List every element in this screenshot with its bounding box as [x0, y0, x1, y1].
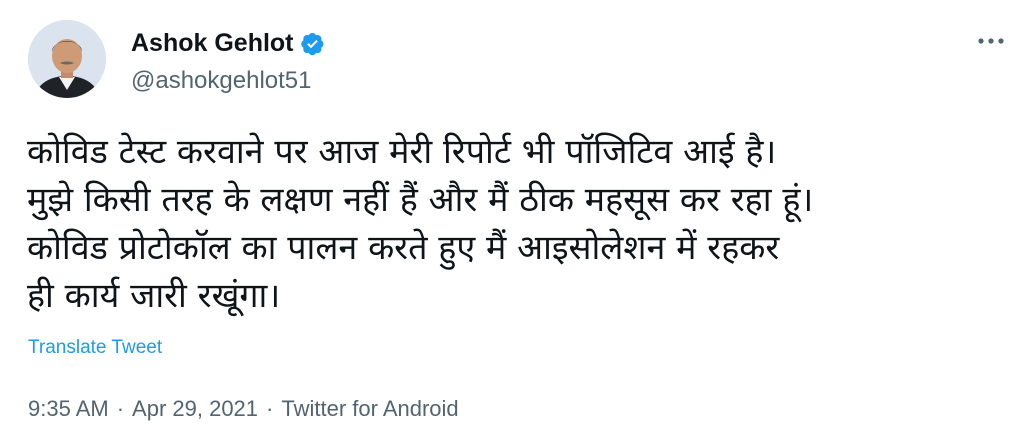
verified-badge-icon [301, 32, 324, 56]
tweet-source[interactable]: Twitter for Android [281, 396, 458, 421]
tweet-text-line: कोविड टेस्ट करवाने पर आज मेरी रिपोर्ट भी… [27, 132, 777, 172]
tweet-card: Ashok Gehlot @ashokgehlot51 कोविड टेस्ट … [0, 0, 1024, 438]
tweet-text: कोविड टेस्ट करवाने पर आज मेरी रिपोर्ट भी… [27, 128, 1012, 320]
tweet-text-line: मुझे किसी तरह के लक्षण नहीं हैं और मैं ठ… [27, 180, 814, 220]
separator: · [266, 396, 274, 421]
tweet-time[interactable]: 9:35 AM [28, 396, 109, 421]
more-options-icon[interactable] [976, 30, 1006, 52]
tweet-date[interactable]: Apr 29, 2021 [132, 396, 258, 421]
tweet-text-line: ही कार्य जारी रखूंगा। [27, 276, 281, 316]
tweet-metadata: 9:35 AM · Apr 29, 2021 · Twitter for Android [28, 395, 459, 423]
tweet-text-line: कोविड प्रोटोकॉल का पालन करते हुए मैं आइस… [27, 228, 780, 268]
avatar[interactable] [28, 20, 106, 98]
author-display-name[interactable]: Ashok Gehlot [131, 28, 294, 58]
profile-photo-icon [28, 20, 106, 98]
separator: · [116, 396, 125, 421]
author-handle[interactable]: @ashokgehlot51 [131, 67, 312, 95]
translate-tweet-link[interactable]: Translate Tweet [28, 336, 162, 360]
